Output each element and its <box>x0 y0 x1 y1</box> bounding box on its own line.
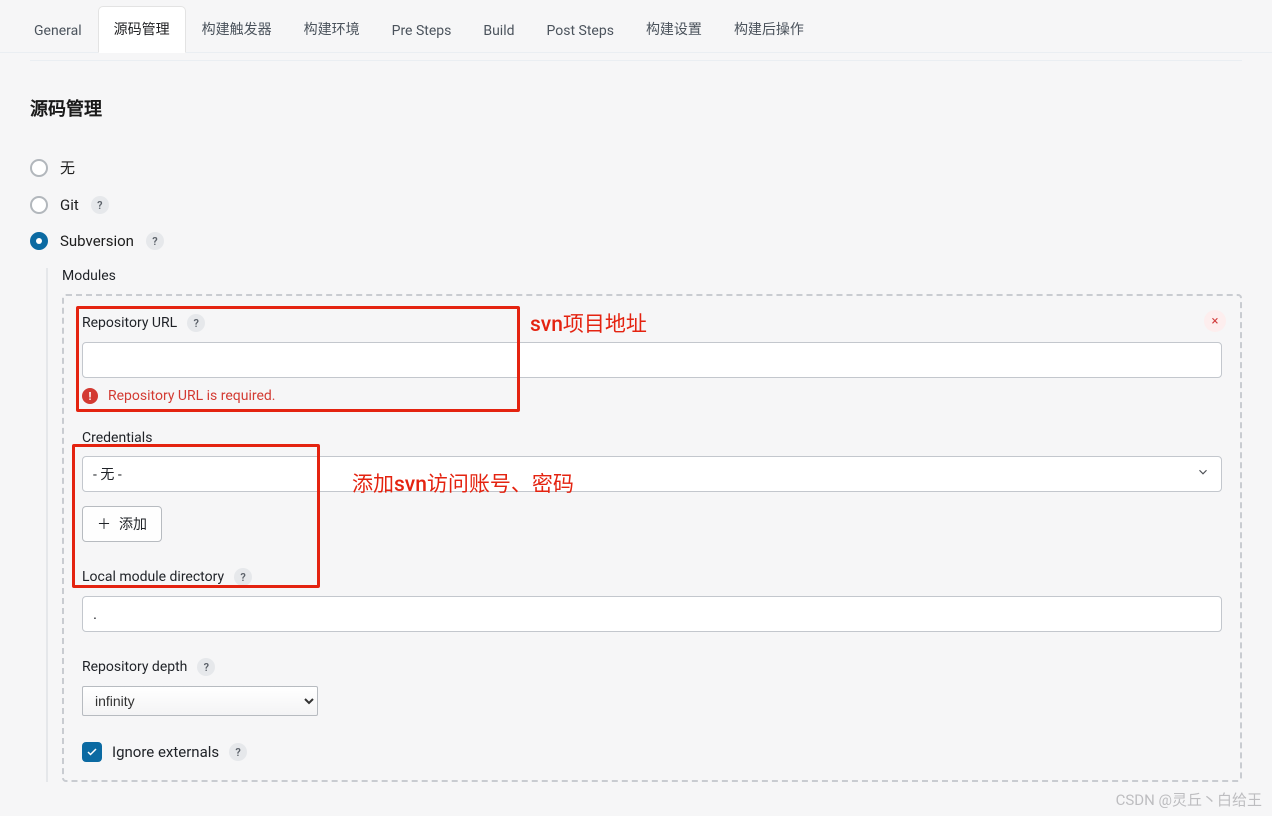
tab-pre-steps[interactable]: Pre Steps <box>376 10 468 53</box>
scm-radio-subversion[interactable] <box>30 232 48 250</box>
depth-label: Repository depth <box>82 659 187 675</box>
scm-radio-group: 无 Git ? Subversion ? <box>30 157 1242 250</box>
help-icon[interactable]: ? <box>187 314 205 332</box>
repo-url-error: ! Repository URL is required. <box>82 388 1222 404</box>
error-icon: ! <box>82 388 98 404</box>
local-dir-label: Local module directory <box>82 569 224 585</box>
tab-build[interactable]: Build <box>467 10 530 53</box>
add-credentials-button[interactable]: ＋ 添加 <box>82 506 162 542</box>
repo-url-error-text: Repository URL is required. <box>108 388 275 404</box>
watermark-text: CSDN @灵丘丶白给王 <box>1116 789 1262 810</box>
ignore-externals-checkbox[interactable] <box>82 742 102 762</box>
modules-label: Modules <box>62 268 1242 284</box>
tab-post-build[interactable]: 构建后操作 <box>718 6 820 53</box>
scm-section: 源码管理 无 Git ? Subversion ? Modules × <box>30 60 1242 782</box>
help-icon[interactable]: ? <box>91 196 109 214</box>
local-dir-input[interactable] <box>82 596 1222 632</box>
credentials-select[interactable]: - 无 - <box>82 456 1222 492</box>
add-credentials-label: 添加 <box>119 514 147 534</box>
tab-triggers[interactable]: 构建触发器 <box>186 6 288 53</box>
help-icon[interactable]: ? <box>197 658 215 676</box>
tab-post-steps[interactable]: Post Steps <box>531 10 630 53</box>
repo-url-input[interactable] <box>82 342 1222 378</box>
module-box: × Repository URL ? ! Repository URL is r… <box>62 294 1242 782</box>
tab-general[interactable]: General <box>18 10 98 53</box>
scm-radio-git[interactable] <box>30 196 48 214</box>
tab-env[interactable]: 构建环境 <box>288 6 376 53</box>
credentials-selected-value: - 无 - <box>93 464 122 484</box>
config-tabs: General 源码管理 构建触发器 构建环境 Pre Steps Build … <box>0 0 1272 53</box>
remove-module-button[interactable]: × <box>1204 310 1226 332</box>
tab-build-settings[interactable]: 构建设置 <box>630 6 718 53</box>
ignore-externals-label: Ignore externals <box>112 743 219 761</box>
repo-url-label: Repository URL <box>82 315 177 331</box>
depth-select[interactable]: infinity <box>82 686 318 716</box>
scm-radio-subversion-label: Subversion <box>60 232 134 250</box>
tab-scm[interactable]: 源码管理 <box>98 6 186 53</box>
scm-radio-none[interactable] <box>30 159 48 177</box>
scm-radio-git-label: Git <box>60 196 79 214</box>
help-icon[interactable]: ? <box>229 743 247 761</box>
section-title: 源码管理 <box>30 95 1242 121</box>
scm-radio-none-label: 无 <box>60 157 75 178</box>
help-icon[interactable]: ? <box>146 232 164 250</box>
help-icon[interactable]: ? <box>234 568 252 586</box>
plus-icon: ＋ <box>97 514 111 534</box>
subversion-body: Modules × Repository URL ? ! Repository … <box>46 268 1242 782</box>
credentials-label: Credentials <box>82 430 152 446</box>
